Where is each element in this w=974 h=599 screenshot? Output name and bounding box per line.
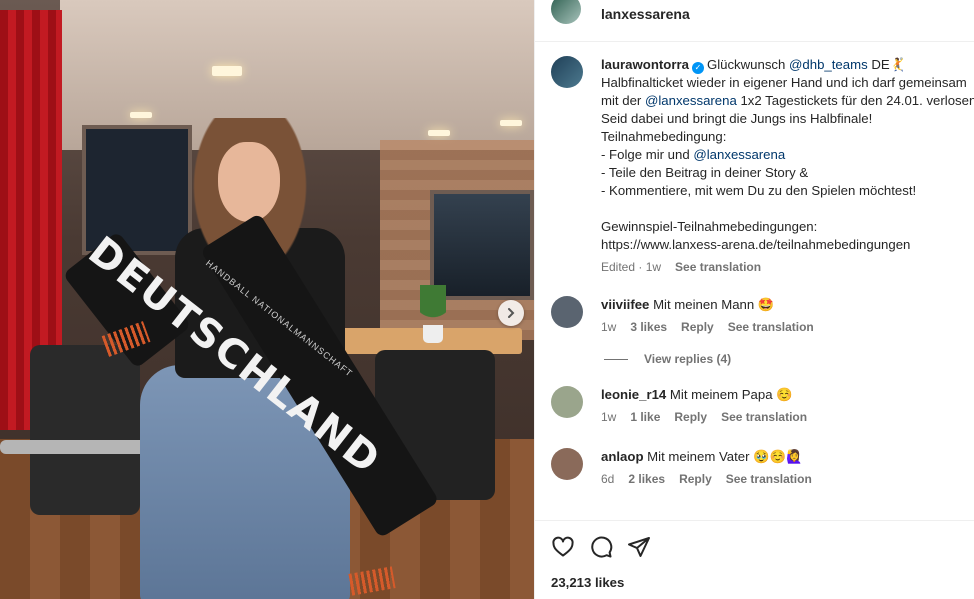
caption-line xyxy=(601,200,974,218)
heart-icon[interactable] xyxy=(551,535,575,559)
divider xyxy=(604,358,628,360)
caption-meta: Edited · 1w See translation xyxy=(601,260,974,274)
avatar[interactable] xyxy=(551,56,583,88)
reply-button[interactable]: Reply xyxy=(674,410,707,424)
comment-age: 1w xyxy=(601,410,617,424)
window xyxy=(82,125,192,255)
see-translation-link[interactable]: See translation xyxy=(726,472,812,486)
comment-username[interactable]: viiviifee xyxy=(601,297,649,312)
caption-text: laurawontorra ✓ Glückwunsch @dhb_teams DE🤾… xyxy=(601,56,974,254)
comment: leonie_r14 Mit meinem Papa ☺️ 1w 1 like … xyxy=(551,386,974,424)
caption-username[interactable]: laurawontorra xyxy=(601,57,689,72)
chevron-right-icon xyxy=(508,308,515,318)
comment-meta: 1w 1 like Reply See translation xyxy=(601,410,807,424)
caption-text-segment: 1x2 Tagestickets für den 24.01. verlosen xyxy=(736,93,974,108)
window xyxy=(430,190,534,300)
caption-line: mit der @lanxessarena 1x2 Tagestickets f… xyxy=(601,92,974,110)
caption-line[interactable]: https://www.lanxess-arena.de/teilnahmebe… xyxy=(601,236,974,254)
comment-text: viiviifee Mit meinen Mann 🤩 xyxy=(601,296,814,314)
mention-link[interactable]: @dhb_teams xyxy=(789,57,868,72)
view-replies-button[interactable]: View replies (4) xyxy=(604,352,974,366)
action-icons xyxy=(551,535,959,559)
post-header: lanxessarena xyxy=(535,0,974,42)
comment-likes[interactable]: 2 likes xyxy=(628,472,665,486)
caption-text-segment: - Folge mir und xyxy=(601,147,694,162)
comment-username[interactable]: leonie_r14 xyxy=(601,387,666,402)
post-details-pane: lanxessarena laurawontorra ✓ Glückwunsch @… xyxy=(534,0,974,599)
plant-pot xyxy=(423,325,443,343)
comment-likes[interactable]: 1 like xyxy=(630,410,660,424)
caption-line: Seid dabei und bringt die Jungs ins Halb… xyxy=(601,111,873,126)
mention-link[interactable]: @lanxessarena xyxy=(645,93,737,108)
face xyxy=(218,142,280,222)
avatar[interactable] xyxy=(551,448,583,480)
comment-icon[interactable] xyxy=(589,535,613,559)
comment-meta: 1w 3 likes Reply See translation xyxy=(601,320,814,334)
verified-badge-icon: ✓ xyxy=(691,62,704,74)
edited-timestamp: Edited · 1w xyxy=(601,260,662,274)
chair xyxy=(30,345,140,515)
caption-line: laurawontorra ✓ Glückwunsch @dhb_teams DE🤾 xyxy=(601,56,974,74)
avatar[interactable] xyxy=(551,296,583,328)
avatar[interactable] xyxy=(551,386,583,418)
reply-button[interactable]: Reply xyxy=(679,472,712,486)
chair-armrest xyxy=(0,440,160,454)
caption-text-segment: DE🤾 xyxy=(867,57,907,72)
caption-line: - Folge mir und @lanxessarena xyxy=(601,146,974,164)
caption-line: Halbfinalticket wieder in eigener Hand u… xyxy=(601,75,967,90)
mention-link[interactable]: @lanxessarena xyxy=(693,147,785,162)
see-translation-link[interactable]: See translation xyxy=(675,260,761,274)
comment-text: leonie_r14 Mit meinem Papa ☺️ xyxy=(601,386,807,404)
caption-text-segment: Glückwunsch xyxy=(706,57,790,72)
post-actions: 23,213 likes xyxy=(535,520,974,590)
caption: laurawontorra ✓ Glückwunsch @dhb_teams DE🤾… xyxy=(551,56,974,274)
comment: viiviifee Mit meinen Mann 🤩 1w 3 likes R… xyxy=(551,296,974,334)
caption-line: - Kommentiere, mit wem Du zu den Spielen… xyxy=(601,183,917,198)
likes-count[interactable]: 23,213 likes xyxy=(551,575,959,590)
next-photo-button[interactable] xyxy=(498,300,524,326)
comment-meta: 6d 2 likes Reply See translation xyxy=(601,472,812,486)
comment-username[interactable]: anlaop xyxy=(601,449,644,464)
comments-list[interactable]: laurawontorra ✓ Glückwunsch @dhb_teams DE🤾… xyxy=(535,42,974,520)
comment-body: Mit meinem Vater 🥹☺️🙋‍♀️ xyxy=(647,449,803,464)
comment-body: Mit meinem Papa ☺️ xyxy=(669,387,793,402)
reply-button[interactable]: Reply xyxy=(681,320,714,334)
comment-text: anlaop Mit meinem Vater 🥹☺️🙋‍♀️ xyxy=(601,448,812,466)
comment-likes[interactable]: 3 likes xyxy=(630,320,667,334)
caption-line: Teilnahmebedingung: xyxy=(601,129,727,144)
comment-body: Mit meinen Mann 🤩 xyxy=(653,297,775,312)
caption-line: - Teile den Beitrag in deiner Story & xyxy=(601,165,809,180)
share-icon[interactable] xyxy=(627,535,651,559)
caption-text-segment: mit der xyxy=(601,93,645,108)
caption-line: Gewinnspiel-Teilnahmebedingungen: xyxy=(601,219,818,234)
post-photo[interactable]: DEUTSCHLAND HANDBALL NATIONALMANNSCHAFT xyxy=(0,0,534,599)
comment-age: 6d xyxy=(601,472,615,486)
instagram-post-view: DEUTSCHLAND HANDBALL NATIONALMANNSCHAFT … xyxy=(0,0,974,599)
view-replies-label: View replies (4) xyxy=(644,352,732,366)
comment-age: 1w xyxy=(601,320,617,334)
ceiling-light xyxy=(212,66,242,76)
comment: anlaop Mit meinem Vater 🥹☺️🙋‍♀️ 6d 2 lik… xyxy=(551,448,974,486)
see-translation-link[interactable]: See translation xyxy=(721,410,807,424)
post-author-username[interactable]: lanxessarena xyxy=(601,6,690,22)
see-translation-link[interactable]: See translation xyxy=(728,320,814,334)
ceiling-light xyxy=(500,120,522,126)
ceiling-light xyxy=(130,112,152,118)
avatar[interactable] xyxy=(551,0,581,24)
ceiling-light xyxy=(428,130,450,136)
plant xyxy=(420,285,446,327)
